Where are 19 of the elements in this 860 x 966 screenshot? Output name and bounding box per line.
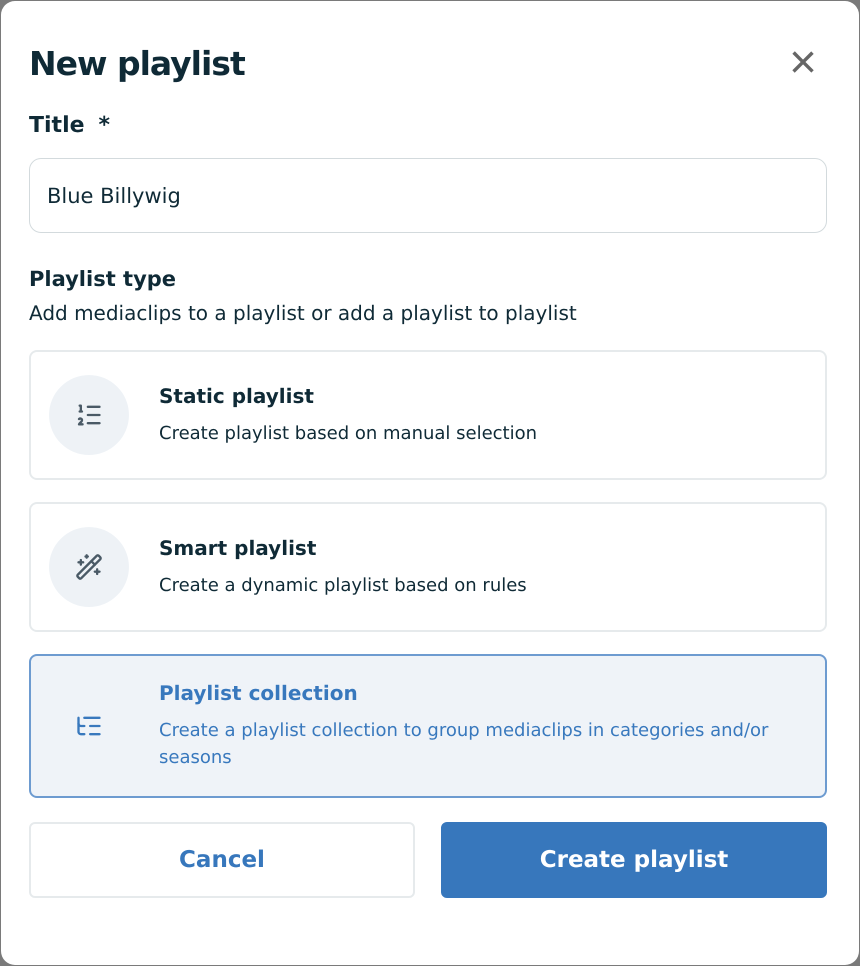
cancel-button[interactable]: Cancel bbox=[29, 822, 415, 898]
option-description: Create a dynamic playlist based on rules bbox=[159, 574, 527, 598]
option-description: Create a playlist collection to group mediaclips in categories and/or seasons bbox=[159, 719, 770, 770]
field-label: Title bbox=[29, 113, 85, 138]
section-description: Add mediaclips to a playlist or add a playlist to playlist bbox=[29, 301, 578, 325]
option-title: Static playlist bbox=[159, 384, 315, 408]
option-title: Smart playlist bbox=[159, 536, 318, 560]
create-playlist-button[interactable]: Create playlist bbox=[441, 822, 827, 898]
playlist-type-option[interactable]: Playlist collection Create a playlist collection to group mediaclips in categories and/or seasons bbox=[29, 654, 827, 798]
close-button[interactable]: × bbox=[778, 43, 827, 83]
playlist-type-option[interactable]: Static playlist Create playlist based on manual selection bbox=[29, 350, 827, 480]
magic-wand-icon bbox=[75, 553, 103, 581]
title-input[interactable]: Blue Billywig bbox=[29, 158, 827, 233]
section-label: Playlist type bbox=[29, 267, 178, 291]
required-mark: * bbox=[98, 113, 110, 138]
dialog-title: New playlist bbox=[29, 44, 245, 82]
option-title: Playlist collection bbox=[159, 681, 359, 705]
option-description: Create playlist based on manual selection bbox=[159, 422, 538, 446]
playlist-type-option[interactable]: Smart playlist Create a dynamic playlist based on rules bbox=[29, 502, 827, 632]
